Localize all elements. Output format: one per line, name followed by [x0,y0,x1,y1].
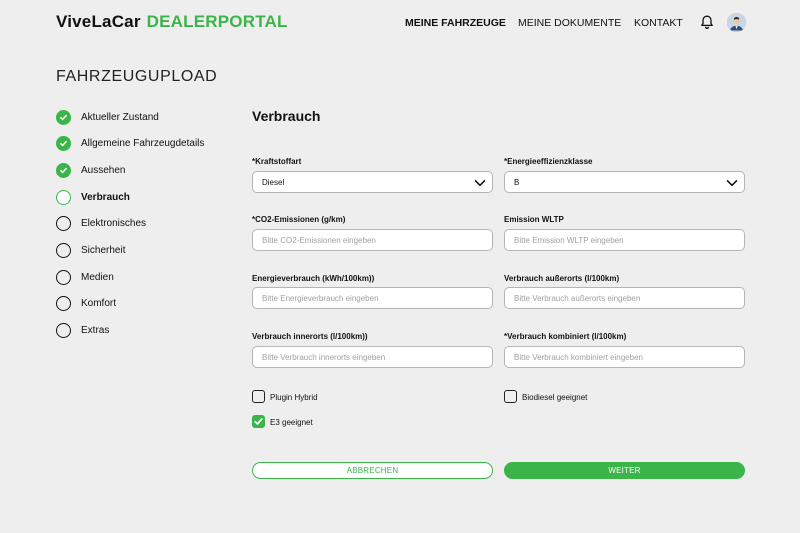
e3-checkbox[interactable] [252,415,265,428]
step-label: Komfort [81,297,117,309]
checkmark-icon [254,418,263,425]
efficiency-class-label: *Energieeffizienzklasse [504,157,593,166]
emission-wltp-input[interactable]: Bitte Emission WLTP eingeben [504,229,745,251]
biodiesel-label: Biodiesel geeignet [522,393,588,402]
co2-emissions-input[interactable]: Bitte CO2-Emissionen eingeben [252,229,493,251]
step-label: Verbrauch [81,191,130,203]
nav-kontakt[interactable]: KONTAKT [634,17,683,29]
empty-circle-icon [56,269,71,285]
fuel-type-select[interactable]: Diesel [252,171,493,193]
next-button[interactable]: WEITER [504,462,745,479]
step-extras[interactable]: Extras [56,322,109,338]
logo-portal: DEALERPORTAL [146,12,288,31]
efficiency-class-select[interactable]: B [504,171,745,193]
plugin-hybrid-checkbox[interactable] [252,390,265,403]
step-label: Aktueller Zustand [81,111,159,123]
consumption-combined-input[interactable]: Bitte Verbrauch kombiniert eingeben [504,346,745,368]
consumption-outside-label: Verbrauch außerorts (l/100km) [504,274,620,283]
consumption-combined-placeholder: Bitte Verbrauch kombiniert eingeben [514,352,643,362]
logo-brand: ViveLaCar [56,12,141,31]
top-header: ViveLaCar DEALERPORTAL MEINE FAHRZEUGE ME… [0,0,800,46]
chevron-down-icon [726,180,738,187]
step-verbrauch[interactable]: Verbrauch [56,189,130,205]
check-circle-icon [56,135,71,151]
efficiency-class-value: B [514,177,520,187]
bell-icon[interactable] [699,14,715,30]
plugin-hybrid-label: Plugin Hybrid [270,393,318,402]
step-komfort[interactable]: Komfort [56,295,116,311]
nav-meine-dokumente[interactable]: MEINE DOKUMENTE [518,17,621,29]
consumption-outside-input[interactable]: Bitte Verbrauch außerorts eingeben [504,287,745,309]
consumption-inside-placeholder: Bitte Verbrauch innerorts eingeben [262,352,386,362]
fuel-type-label: *Kraftstoffart [252,157,302,166]
consumption-combined-label: *Verbrauch kombiniert (l/100km) [504,332,627,341]
fuel-type-value: Diesel [262,177,285,187]
energy-consumption-input[interactable]: Bitte Energieverbrauch eingeben [252,287,493,309]
check-circle-icon [56,162,71,178]
empty-circle-icon [56,215,71,231]
step-label: Allgemeine Fahrzeugdetails [81,137,205,149]
section-title: Verbrauch [252,108,321,124]
step-medien[interactable]: Medien [56,269,114,285]
chevron-down-icon [474,180,486,187]
page-title: FAHRZEUGUPLOAD [56,68,218,85]
consumption-inside-label: Verbrauch innerorts (l/100km)) [252,332,368,341]
biodiesel-checkbox[interactable] [504,390,517,403]
consumption-inside-input[interactable]: Bitte Verbrauch innerorts eingeben [252,346,493,368]
e3-label: E3 geeignet [270,418,313,427]
step-label: Aussehen [81,164,126,176]
co2-emissions-placeholder: Bitte CO2-Emissionen eingeben [262,235,376,245]
step-allgemeine-fahrzeugdetails[interactable]: Allgemeine Fahrzeugdetails [56,135,204,151]
logo[interactable]: ViveLaCar DEALERPORTAL [56,12,288,32]
check-circle-icon [56,109,71,125]
energy-consumption-label: Energieverbrauch (kWh/100km)) [252,274,375,283]
current-step-circle-icon [56,189,71,205]
step-aussehen[interactable]: Aussehen [56,162,125,178]
step-label: Elektronisches [81,217,147,229]
consumption-outside-placeholder: Bitte Verbrauch außerorts eingeben [514,293,641,303]
step-aktueller-zustand[interactable]: Aktueller Zustand [56,109,159,125]
cancel-button[interactable]: ABBRECHEN [252,462,493,479]
empty-circle-icon [56,242,71,258]
energy-consumption-placeholder: Bitte Energieverbrauch eingeben [262,293,379,303]
step-label: Medien [81,271,114,283]
nav-meine-fahrzeuge[interactable]: MEINE FAHRZEUGE [405,17,506,29]
emission-wltp-placeholder: Bitte Emission WLTP eingeben [514,235,624,245]
avatar-icon [727,13,746,32]
step-sicherheit[interactable]: Sicherheit [56,242,125,258]
avatar[interactable] [727,13,746,32]
step-label: Sicherheit [81,244,126,256]
step-elektronisches[interactable]: Elektronisches [56,215,146,231]
emission-wltp-label: Emission WLTP [504,215,564,224]
co2-emissions-label: *CO2-Emissionen (g/km) [252,215,346,224]
empty-circle-icon [56,295,71,311]
step-label: Extras [81,324,110,336]
empty-circle-icon [56,322,71,338]
